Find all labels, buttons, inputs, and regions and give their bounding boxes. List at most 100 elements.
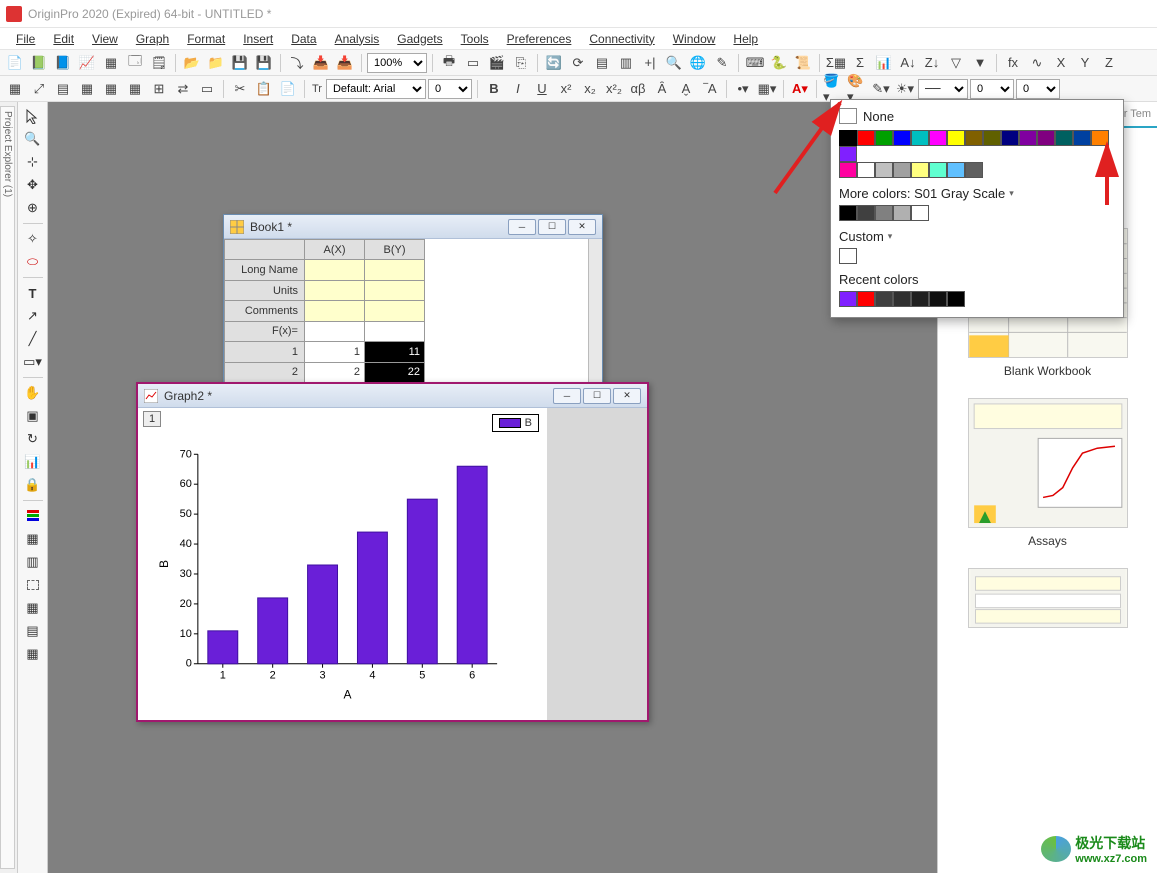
workbook-titlebar[interactable]: Book1 * ─ ☐ ✕ [224,215,602,239]
recalc-icon[interactable]: ⟳ [567,52,589,74]
palette-icon[interactable]: 🎨▾ [846,78,868,100]
color-swatch[interactable] [947,162,965,178]
line-color-icon[interactable]: ✎▾ [870,78,892,100]
row-comments[interactable]: Comments [225,301,305,321]
color-swatch[interactable] [1001,130,1019,146]
legend-icon[interactable]: ▭ [196,78,218,100]
menu-analysis[interactable]: Analysis [327,30,388,48]
graph-tool-icon[interactable]: ▦ [76,78,98,100]
mask-icon[interactable]: ⬭ [21,252,45,272]
color-swatch[interactable] [1037,130,1055,146]
movie-icon[interactable]: 🎬 [486,52,508,74]
overline-icon[interactable]: ‾A [699,78,721,100]
sort-asc-icon[interactable]: A↓ [897,52,919,74]
color-picker-popup[interactable]: None More colors: S01 Gray Scale▾ Custom… [830,99,1124,318]
font-color-icon[interactable]: A▾ [789,78,811,100]
bullet-icon[interactable]: •▾ [732,78,754,100]
color-scale-icon[interactable] [21,506,45,526]
code-builder-icon[interactable]: ⌨ [744,52,766,74]
rotate-icon[interactable]: ↻ [21,429,45,449]
scrollbar[interactable] [588,239,602,383]
color-swatch[interactable] [929,291,947,307]
minimize-button[interactable]: ─ [508,219,536,235]
legend[interactable]: B [492,414,539,432]
menu-window[interactable]: Window [665,30,724,48]
new-project-icon[interactable]: 📄 [4,52,26,74]
color-swatch[interactable] [893,205,911,221]
sigma-icon[interactable]: Σ [849,52,871,74]
tool2-icon[interactable]: ▥ [21,552,45,572]
minimize-button[interactable]: ─ [553,388,581,404]
paste-icon[interactable]: 📄 [277,78,299,100]
color-swatch[interactable] [911,291,929,307]
bar-chart[interactable]: 0 10 20 30 40 50 60 70 1 [138,408,547,720]
rescale-icon[interactable]: ▦ [4,78,26,100]
menu-format[interactable]: Format [179,30,233,48]
sort-desc-icon[interactable]: Z↓ [921,52,943,74]
color-swatch[interactable] [857,205,875,221]
tool4-icon[interactable]: ▦ [21,598,45,618]
insert-obj-icon[interactable]: 🔒 [21,475,45,495]
wave-icon[interactable]: ∿ [1026,52,1048,74]
workbook-table[interactable]: A(X)B(Y) Long Name Units Comments F(x)= … [224,239,425,383]
menu-insert[interactable]: Insert [235,30,281,48]
color-swatch[interactable] [1073,130,1091,146]
supersub-icon[interactable]: x²₂ [603,78,625,100]
layer-button[interactable]: 1 [143,411,161,427]
color-swatch[interactable] [1019,130,1037,146]
color-swatch[interactable] [839,205,857,221]
import-multi-icon[interactable]: 📥 [334,52,356,74]
filter2-icon[interactable]: ▼ [969,52,991,74]
cell-b1[interactable]: 11 [365,342,425,362]
duplicate-icon[interactable]: ⎘ [510,52,532,74]
tile-v-icon[interactable]: ▥ [615,52,637,74]
font-size-select[interactable]: 0 [428,79,472,99]
col-header-b[interactable]: B(Y) [365,240,425,260]
screen-reader-icon[interactable]: ✥ [21,175,45,195]
custom-row[interactable]: Custom▾ [839,229,1115,244]
color-swatch[interactable] [929,162,947,178]
template-assays[interactable]: Assays [938,388,1157,558]
col-header-a[interactable]: A(X) [305,240,365,260]
more-colors-row[interactable]: More colors: S01 Gray Scale▾ [839,186,1115,201]
new-matrix-icon[interactable]: ▦ [100,52,122,74]
greek-icon[interactable]: αβ [627,78,649,100]
row-longname[interactable]: Long Name [225,260,305,280]
row-2[interactable]: 2 [225,362,305,382]
workbook-window[interactable]: Book1 * ─ ☐ ✕ A(X)B(Y) Long Name Units C… [223,214,603,384]
digitizer-icon[interactable]: ✎ [711,52,733,74]
color-swatch[interactable] [983,130,1001,146]
maximize-button[interactable]: ☐ [583,388,611,404]
color-swatch[interactable] [947,130,965,146]
pan-icon[interactable]: ✋ [21,383,45,403]
row-units[interactable]: Units [225,280,305,300]
layer-icon[interactable]: ▤ [52,78,74,100]
new-workbook-icon[interactable]: 📗 [28,52,50,74]
color-swatch[interactable] [1055,130,1073,146]
menu-graph[interactable]: Graph [128,30,177,48]
add-col-icon[interactable]: +| [639,52,661,74]
new-notes-icon[interactable]: 🗒 [148,52,170,74]
color-swatch[interactable] [875,162,893,178]
open-template-icon[interactable]: 📁 [205,52,227,74]
database-icon[interactable]: 🌐 [687,52,709,74]
line-width-select[interactable]: 0 [970,79,1014,99]
graph-plot-area[interactable]: 1 B 0 10 [138,408,547,720]
sum-icon[interactable]: Σ▦ [825,52,847,74]
custom-swatch[interactable] [839,248,857,264]
maximize-button[interactable]: ☐ [538,219,566,235]
arrow-icon[interactable]: ↗ [21,306,45,326]
open-icon[interactable]: 📂 [181,52,203,74]
stats-icon[interactable]: 📊 [873,52,895,74]
tile-h-icon[interactable]: ▤ [591,52,613,74]
filter-icon[interactable]: ▽ [945,52,967,74]
new-layout-icon[interactable]: 🗔 [124,52,146,74]
font-name-select[interactable]: Default: Arial [326,79,426,99]
color-swatch[interactable] [857,162,875,178]
color-swatch[interactable] [857,130,875,146]
color-swatch[interactable] [965,130,983,146]
graph-window[interactable]: Graph2 * ─ ☐ ✕ 1 B [136,382,649,722]
zoom-select[interactable]: 100% [367,53,427,73]
rect-icon[interactable]: ▭▾ [21,352,45,372]
data-reader-icon[interactable]: ⊕ [21,198,45,218]
